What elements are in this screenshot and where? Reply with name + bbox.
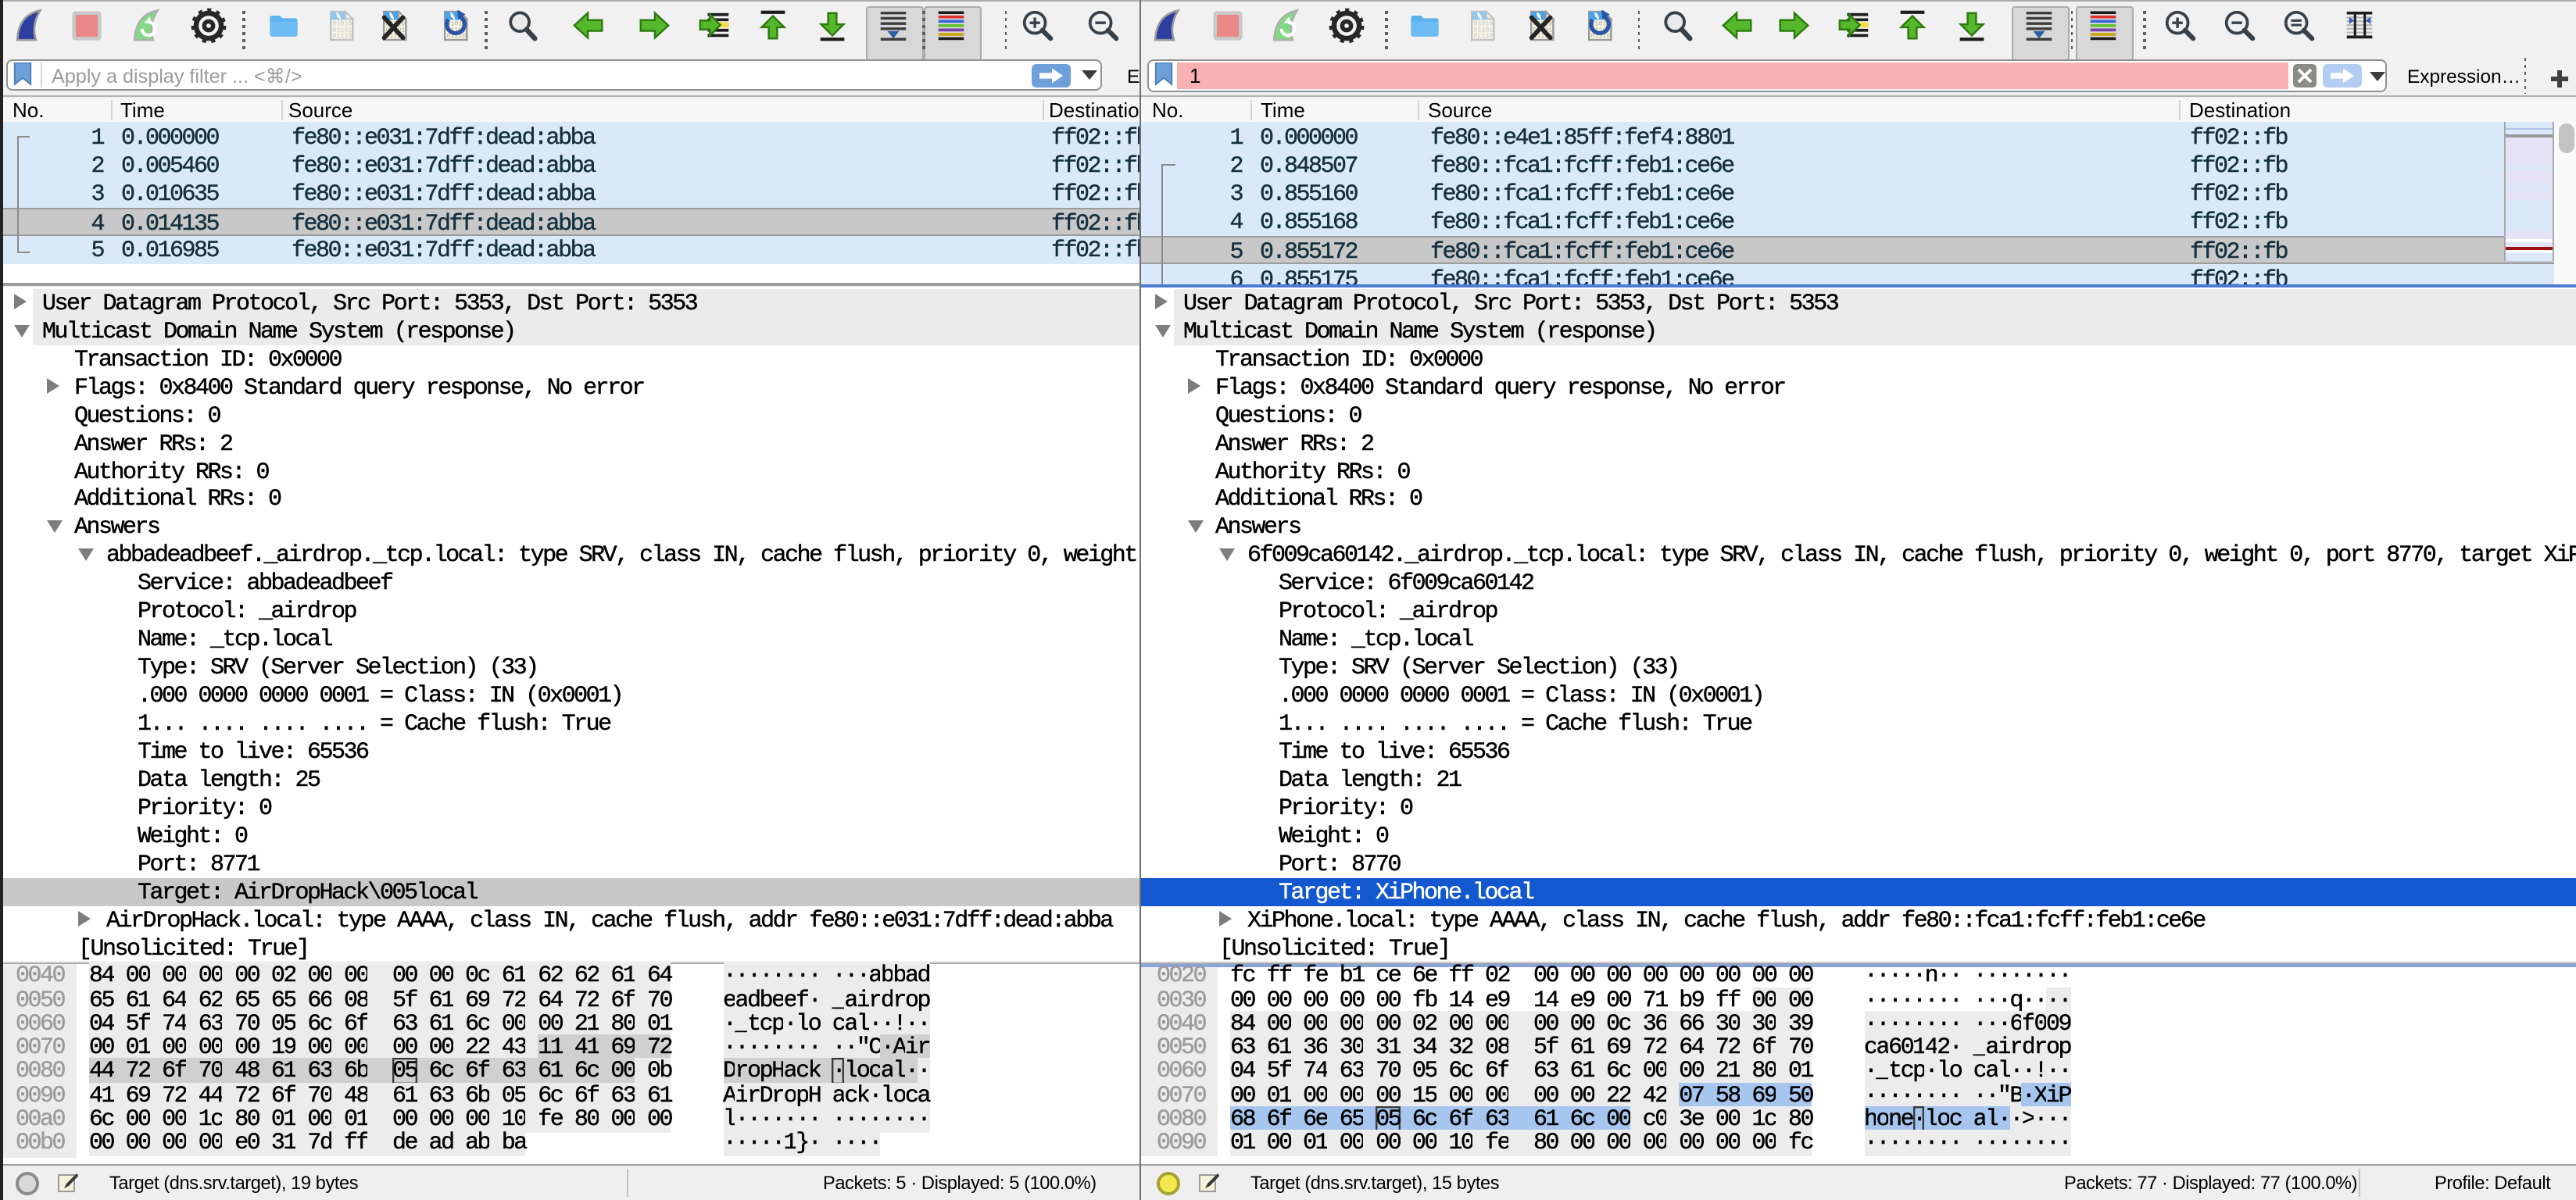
svg-text:01110: 01110 xyxy=(1474,33,1494,40)
svg-text:01110: 01110 xyxy=(332,33,352,40)
